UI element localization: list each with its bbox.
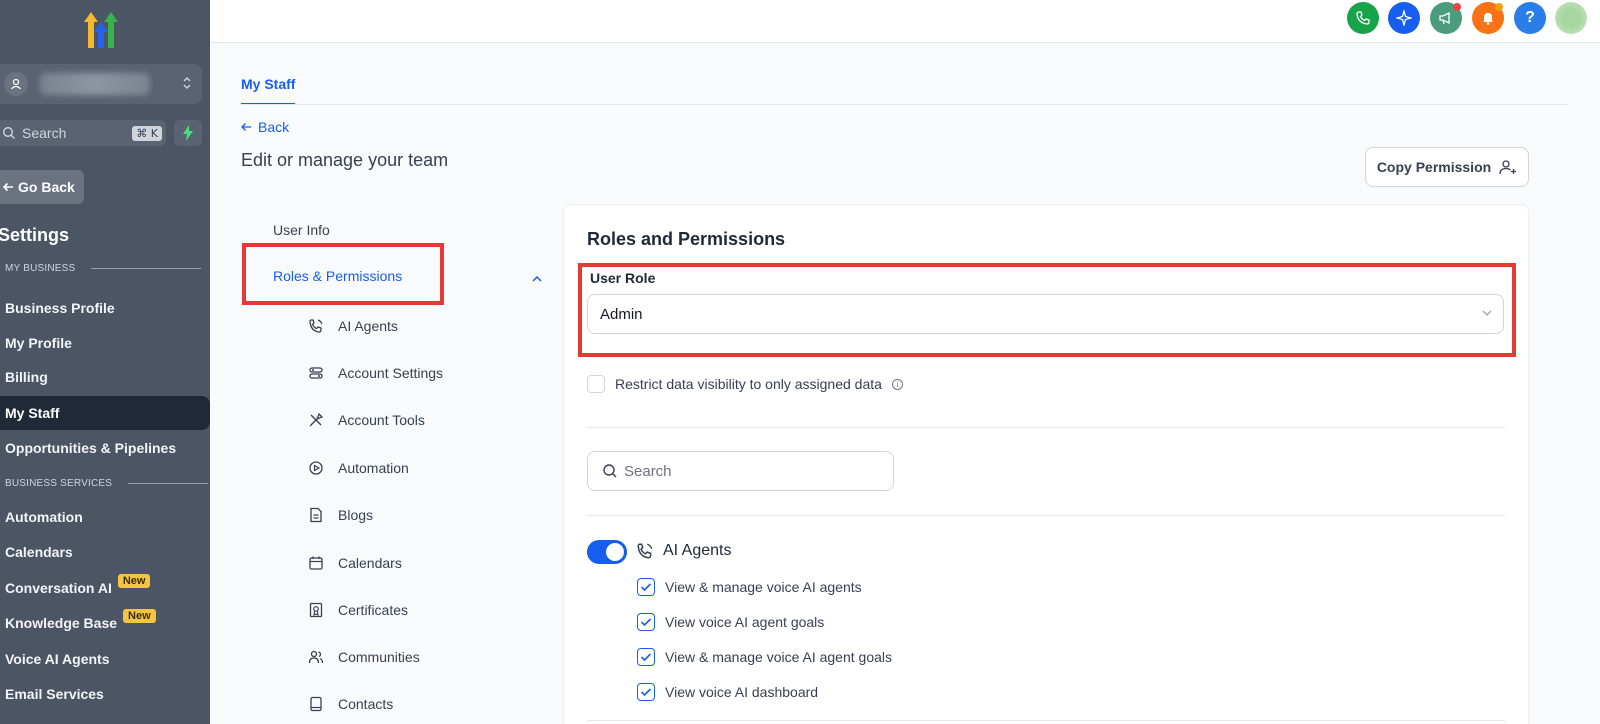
new-badge: New bbox=[123, 609, 156, 623]
section-label-business-services: BUSINESS SERVICES bbox=[5, 478, 209, 489]
permission-group-title: AI Agents bbox=[663, 542, 732, 559]
sidebar-item-knowledge-base[interactable]: Knowledge Base New bbox=[0, 606, 210, 640]
checkbox-checked[interactable] bbox=[637, 648, 655, 666]
settings-sliders-icon bbox=[309, 367, 323, 379]
play-circle-icon bbox=[309, 461, 323, 475]
permission-search-placeholder: Search bbox=[624, 462, 672, 480]
sidebar-item-conversation-ai[interactable]: Conversation AI New bbox=[0, 571, 210, 605]
search-icon bbox=[603, 464, 617, 478]
account-name-blurred bbox=[40, 73, 150, 95]
sidebar-item-opportunities[interactable]: Opportunities & Pipelines bbox=[0, 431, 210, 465]
section-label-my-business: MY BUSINESS bbox=[5, 263, 202, 274]
permission-row[interactable]: View & manage voice AI agent goals bbox=[637, 648, 892, 666]
subnav-item-contacts[interactable]: Contacts bbox=[308, 694, 393, 714]
quick-action-button[interactable] bbox=[174, 120, 202, 146]
shortcut-badge: ⌘ K bbox=[132, 125, 162, 141]
subnav-item-communities[interactable]: Communities bbox=[308, 647, 420, 667]
arrow-left-icon bbox=[241, 123, 251, 131]
phone-wave-icon bbox=[309, 319, 323, 333]
permission-row[interactable]: View & manage voice AI agents bbox=[637, 578, 862, 596]
sidebar-item-calendars[interactable]: Calendars bbox=[0, 535, 210, 569]
page-title: Edit or manage your team bbox=[241, 150, 449, 170]
sidebar-item-voice-ai-agents[interactable]: Voice AI Agents bbox=[0, 642, 210, 676]
document-icon bbox=[310, 507, 322, 523]
subnav-user-info[interactable]: User Info bbox=[273, 222, 330, 238]
avatar[interactable] bbox=[1555, 2, 1587, 34]
highlight-box-user-role bbox=[578, 263, 1516, 357]
subnav-item-blogs[interactable]: Blogs bbox=[308, 505, 373, 525]
subnav-item-account-tools[interactable]: Account Tools bbox=[308, 410, 425, 430]
certificate-icon bbox=[309, 602, 323, 618]
phone-icon[interactable] bbox=[1347, 2, 1379, 34]
back-link[interactable]: Back bbox=[240, 119, 289, 135]
arrow-left-icon bbox=[2, 182, 13, 192]
sidebar-item-billing[interactable]: Billing bbox=[0, 360, 210, 394]
bell-icon[interactable] bbox=[1472, 2, 1504, 34]
subnav-item-automation[interactable]: Automation bbox=[308, 458, 409, 478]
sidebar-search[interactable]: Search ⌘ K bbox=[0, 120, 166, 146]
tools-icon bbox=[309, 412, 324, 427]
permission-row[interactable]: View voice AI agent goals bbox=[637, 613, 824, 631]
ai-agents-toggle[interactable] bbox=[587, 540, 627, 564]
chevron-updown-icon bbox=[182, 75, 192, 93]
sparkle-icon[interactable] bbox=[1388, 2, 1420, 34]
sidebar-search-placeholder: Search bbox=[22, 125, 67, 141]
copy-permission-label: Copy Permission bbox=[1376, 159, 1492, 175]
checkbox-checked[interactable] bbox=[637, 683, 655, 701]
account-switcher[interactable] bbox=[0, 64, 202, 104]
divider bbox=[587, 427, 1505, 428]
checkbox-checked[interactable] bbox=[637, 578, 655, 596]
info-icon[interactable]: i bbox=[891, 378, 903, 390]
user-plus-icon bbox=[1499, 160, 1517, 175]
go-back-button[interactable]: Go Back bbox=[0, 170, 84, 204]
checkbox-checked[interactable] bbox=[637, 613, 655, 631]
copy-permission-button[interactable]: Copy Permission bbox=[1365, 147, 1529, 187]
app-logo[interactable] bbox=[80, 10, 122, 50]
permission-search-input[interactable]: Search bbox=[587, 451, 894, 491]
tab-my-staff[interactable]: My Staff bbox=[241, 76, 296, 105]
bolt-icon bbox=[183, 125, 193, 141]
sidebar-item-business-profile[interactable]: Business Profile bbox=[0, 291, 210, 325]
megaphone-icon[interactable] bbox=[1430, 2, 1462, 34]
help-icon[interactable]: ? bbox=[1514, 2, 1546, 34]
panel-title: Roles and Permissions bbox=[587, 229, 786, 249]
location-icon bbox=[4, 72, 28, 96]
sidebar-item-email-services[interactable]: Email Services bbox=[0, 677, 210, 711]
subnav-item-ai-agents[interactable]: AI Agents bbox=[308, 316, 398, 336]
settings-title: Settings bbox=[0, 225, 70, 245]
sidebar-item-my-profile[interactable]: My Profile bbox=[0, 326, 210, 360]
phone-wave-icon bbox=[636, 542, 654, 565]
calendar-icon bbox=[309, 556, 323, 570]
sidebar: Search ⌘ K Go Back Settings MY BUSINESS … bbox=[0, 0, 210, 724]
chevron-up-icon[interactable] bbox=[531, 270, 543, 288]
restrict-visibility-checkbox[interactable] bbox=[587, 375, 605, 393]
sidebar-item-automation[interactable]: Automation bbox=[0, 500, 210, 534]
sidebar-item-my-staff[interactable]: My Staff bbox=[0, 396, 210, 430]
subnav-item-certificates[interactable]: Certificates bbox=[308, 600, 408, 620]
search-icon bbox=[2, 126, 15, 139]
restrict-visibility-label: Restrict data visibility to only assigne… bbox=[615, 376, 882, 392]
permission-row[interactable]: View voice AI dashboard bbox=[637, 683, 818, 701]
highlight-box-roles bbox=[242, 243, 444, 305]
go-back-label: Go Back bbox=[18, 179, 75, 195]
restrict-visibility-row: Restrict data visibility to only assigne… bbox=[587, 375, 903, 393]
subnav-item-account-settings[interactable]: Account Settings bbox=[308, 363, 443, 383]
divider bbox=[587, 720, 1505, 721]
divider bbox=[587, 515, 1505, 516]
users-icon bbox=[308, 650, 324, 664]
subnav-item-calendars[interactable]: Calendars bbox=[308, 553, 402, 573]
tabs-divider bbox=[241, 104, 1569, 105]
top-bar: ? bbox=[210, 0, 1600, 43]
new-badge: New bbox=[117, 574, 151, 588]
contact-book-icon bbox=[310, 696, 322, 712]
